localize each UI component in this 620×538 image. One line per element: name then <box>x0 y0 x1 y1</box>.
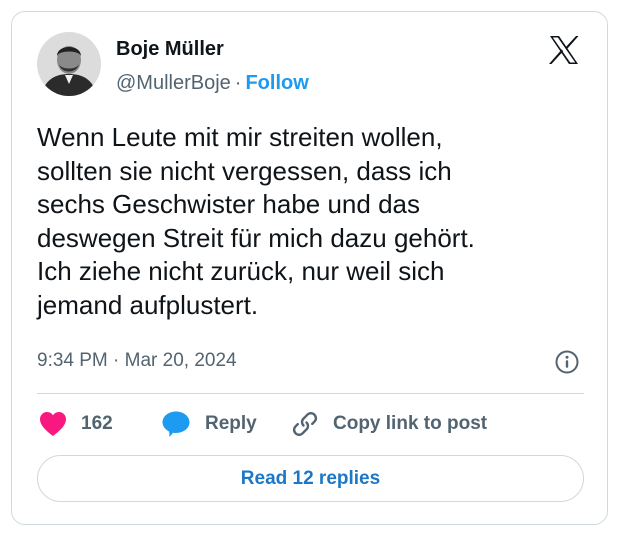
reply-button[interactable]: Reply <box>161 408 257 440</box>
timestamp-separator: · <box>113 350 120 371</box>
speech-bubble-icon <box>162 411 190 437</box>
copy-link-button[interactable]: Copy link to post <box>291 408 487 440</box>
tweet-time: 9:34 PM <box>37 350 108 371</box>
author-handle[interactable]: @MullerBoje <box>116 72 231 94</box>
info-icon[interactable] <box>555 350 579 374</box>
avatar[interactable] <box>37 32 101 96</box>
heart-icon <box>40 412 66 436</box>
handle-separator: · <box>234 72 242 94</box>
x-logo-icon[interactable] <box>548 34 580 66</box>
follow-link[interactable]: Follow <box>245 72 308 94</box>
like-button[interactable]: 162 <box>39 408 113 440</box>
tweet-date: Mar 20, 2024 <box>124 350 237 371</box>
tweet-timestamp[interactable]: 9:34 PM · Mar 20, 2024 <box>37 350 237 372</box>
like-count: 162 <box>81 413 113 434</box>
author-handle-row: @MullerBoje · Follow <box>116 72 309 95</box>
read-replies-button[interactable]: Read 12 replies <box>37 455 584 502</box>
author-name[interactable]: Boje Müller <box>116 38 224 61</box>
tweet-text: Wenn Leute mit mir streiten wollen, soll… <box>37 122 475 320</box>
reply-label: Reply <box>205 413 257 434</box>
tweet-card: Boje Müller @MullerBoje · Follow Wenn Leut… <box>11 11 608 525</box>
divider <box>37 393 584 394</box>
avatar-image <box>37 32 101 96</box>
read-replies-label: Read 12 replies <box>240 467 381 489</box>
copy-link-label: Copy link to post <box>333 413 488 434</box>
link-icon <box>292 412 318 436</box>
